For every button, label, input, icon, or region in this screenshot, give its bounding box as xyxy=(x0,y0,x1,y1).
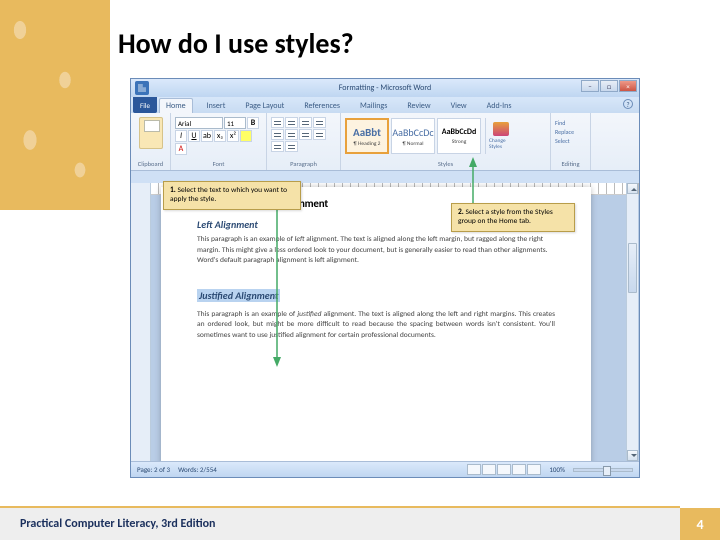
font-name-select[interactable]: Arial xyxy=(175,117,223,129)
close-button[interactable]: × xyxy=(619,80,637,92)
align-justify-button[interactable] xyxy=(271,141,284,152)
slide-page-number: 4 xyxy=(680,508,720,540)
doc-paragraph-2: This paragraph is an example of justifie… xyxy=(197,310,555,342)
left-gutter xyxy=(131,183,151,461)
scroll-up-button[interactable] xyxy=(627,183,638,194)
word-app-icon xyxy=(135,81,149,95)
font-group: Arial 11 B I U ab x₂ x² A Font xyxy=(171,113,267,170)
tab-view[interactable]: View xyxy=(445,99,473,113)
line-spacing-button[interactable] xyxy=(285,141,298,152)
vertical-scrollbar[interactable] xyxy=(626,183,638,461)
select-button[interactable]: Select xyxy=(555,137,586,146)
editing-label: Editing xyxy=(555,160,586,168)
style-normal[interactable]: AaBbCcDc ¶ Normal xyxy=(391,118,435,154)
maximize-button[interactable]: □ xyxy=(600,80,618,92)
replace-button[interactable]: Replace xyxy=(555,128,586,137)
strike-button[interactable]: ab xyxy=(201,130,213,142)
bullets-button[interactable] xyxy=(271,117,284,128)
font-color-button[interactable]: A xyxy=(175,143,187,155)
editing-group: Find Replace Select Editing xyxy=(551,113,591,170)
callout-1: 1. 1. Select the text to which you want … xyxy=(163,181,301,210)
scroll-thumb[interactable] xyxy=(628,243,637,293)
change-styles-icon xyxy=(493,122,509,136)
tab-home[interactable]: Home xyxy=(159,98,193,113)
ribbon-tabs: File Home Insert Page Layout References … xyxy=(131,97,639,113)
style-gallery: AaBbt ¶ Heading 2 AaBbCcDc ¶ Normal AaBb… xyxy=(345,115,546,154)
align-left-button[interactable] xyxy=(285,129,298,140)
view-web-layout[interactable] xyxy=(497,464,511,475)
change-styles-button[interactable]: Change Styles xyxy=(485,118,513,154)
decorative-pattern xyxy=(0,0,110,210)
callout-1-arrow xyxy=(271,207,291,367)
multilevel-button[interactable] xyxy=(299,117,312,128)
ribbon: Clipboard Arial 11 B I U ab x₂ x² A Font xyxy=(131,113,639,171)
paragraph-label: Paragraph xyxy=(271,160,336,168)
tab-references[interactable]: References xyxy=(298,99,346,113)
find-button[interactable]: Find xyxy=(555,119,586,128)
status-page: Page: 2 of 3 xyxy=(137,465,170,474)
slide-footer: Practical Computer Literacy, 3rd Edition xyxy=(0,508,720,540)
tab-mailings[interactable]: Mailings xyxy=(354,99,393,113)
view-outline[interactable] xyxy=(512,464,526,475)
minimize-button[interactable]: – xyxy=(581,80,599,92)
styles-group: AaBbt ¶ Heading 2 AaBbCcDc ¶ Normal AaBb… xyxy=(341,113,551,170)
footer-text: Practical Computer Literacy, 3rd Edition xyxy=(20,517,216,531)
paragraph-group: Paragraph xyxy=(267,113,341,170)
font-label: Font xyxy=(175,160,262,168)
statusbar: Page: 2 of 3 Words: 2/554 100% xyxy=(131,461,639,477)
tab-insert[interactable]: Insert xyxy=(201,99,232,113)
style-strong[interactable]: AaBbCcDd Strong xyxy=(437,118,481,154)
bold-button[interactable]: B xyxy=(247,117,259,129)
align-center-button[interactable] xyxy=(299,129,312,140)
underline-button[interactable]: U xyxy=(188,130,200,142)
indent-inc-button[interactable] xyxy=(271,129,284,140)
clipboard-group: Clipboard xyxy=(131,113,171,170)
titlebar: Formatting - Microsoft Word – □ × xyxy=(131,79,639,97)
file-tab[interactable]: File xyxy=(133,97,157,113)
tab-page-layout[interactable]: Page Layout xyxy=(239,99,290,113)
zoom-percent: 100% xyxy=(549,465,565,474)
tab-review[interactable]: Review xyxy=(401,99,436,113)
scroll-down-button[interactable] xyxy=(627,450,638,461)
view-draft[interactable] xyxy=(527,464,541,475)
view-full-screen[interactable] xyxy=(482,464,496,475)
word-window: Formatting - Microsoft Word – □ × File H… xyxy=(130,78,640,478)
slide-title: How do I use styles? xyxy=(118,26,354,61)
view-print-layout[interactable] xyxy=(467,464,481,475)
italic-button[interactable]: I xyxy=(175,130,187,142)
highlight-button[interactable] xyxy=(240,130,252,142)
callout-2-arrow xyxy=(467,157,487,205)
callout-2: 2. 2. Select a style from the Styles gro… xyxy=(451,203,575,232)
style-heading2[interactable]: AaBbt ¶ Heading 2 xyxy=(345,118,389,154)
paste-button[interactable] xyxy=(139,117,163,149)
doc-paragraph-1: This paragraph is an example of left ali… xyxy=(197,235,555,267)
doc-subheading-2-selected[interactable]: Justified Alignment xyxy=(197,289,280,302)
numbering-button[interactable] xyxy=(285,117,298,128)
align-right-button[interactable] xyxy=(313,129,326,140)
subscript-button[interactable]: x₂ xyxy=(214,130,226,142)
styles-label: Styles xyxy=(345,160,546,168)
indent-dec-button[interactable] xyxy=(313,117,326,128)
zoom-slider[interactable] xyxy=(573,468,633,472)
help-icon[interactable]: ? xyxy=(623,99,633,109)
font-size-select[interactable]: 11 xyxy=(224,117,246,129)
status-words: Words: 2/554 xyxy=(178,465,217,474)
superscript-button[interactable]: x² xyxy=(227,130,239,142)
clipboard-label: Clipboard xyxy=(135,160,166,168)
window-title: Formatting - Microsoft Word xyxy=(339,83,432,93)
tab-addins[interactable]: Add-Ins xyxy=(481,99,518,113)
